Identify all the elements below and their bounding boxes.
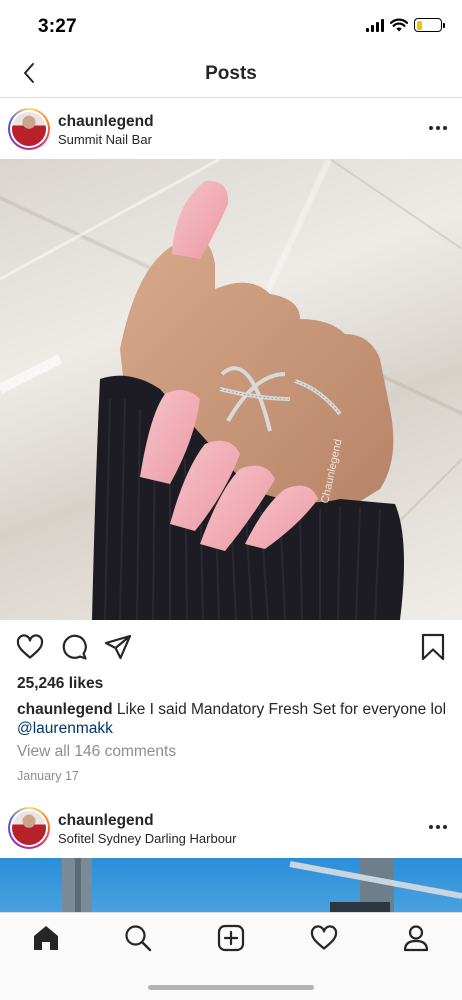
caption-text: Like I said Mandatory Fresh Set for ever… bbox=[116, 701, 447, 718]
more-horizontal-icon bbox=[429, 825, 433, 829]
more-options-button[interactable] bbox=[428, 819, 448, 835]
wifi-icon bbox=[390, 18, 408, 32]
page-title: Posts bbox=[205, 63, 257, 84]
more-horizontal-icon bbox=[429, 126, 433, 130]
bookmark-icon[interactable] bbox=[418, 632, 448, 662]
status-bar: 3:27 bbox=[0, 0, 462, 52]
status-time: 3:27 bbox=[38, 16, 77, 37]
post-location[interactable]: Summit Nail Bar bbox=[58, 132, 152, 147]
home-indicator[interactable] bbox=[148, 985, 314, 990]
post-location[interactable]: Sofitel Sydney Darling Harbour bbox=[58, 831, 236, 846]
post-username[interactable]: chaunlegend bbox=[58, 113, 154, 131]
nails-photo-illustration: Chaunlegend bbox=[0, 159, 462, 620]
post-photo[interactable] bbox=[0, 858, 462, 914]
post-header: chaunlegend Summit Nail Bar bbox=[0, 100, 462, 158]
caption-mention[interactable]: @laurenmakk bbox=[17, 720, 113, 737]
post-username[interactable]: chaunlegend bbox=[58, 812, 154, 830]
avatar[interactable] bbox=[8, 807, 50, 849]
heart-icon[interactable] bbox=[15, 632, 45, 662]
battery-icon bbox=[414, 18, 445, 32]
avatar-image bbox=[12, 112, 46, 146]
add-post-icon[interactable] bbox=[216, 923, 246, 953]
post-actions bbox=[0, 630, 462, 666]
comment-icon[interactable] bbox=[59, 632, 89, 662]
avatar-image bbox=[12, 811, 46, 845]
activity-heart-icon[interactable] bbox=[309, 923, 339, 953]
caption-username[interactable]: chaunlegend bbox=[17, 701, 113, 718]
avatar[interactable] bbox=[8, 108, 50, 150]
building-photo-illustration bbox=[62, 858, 462, 914]
profile-icon[interactable] bbox=[401, 923, 431, 953]
post-header: chaunlegend Sofitel Sydney Darling Harbo… bbox=[0, 799, 462, 857]
cellular-signal-icon bbox=[366, 18, 384, 32]
more-options-button[interactable] bbox=[428, 120, 448, 136]
status-icons bbox=[366, 18, 445, 32]
home-icon[interactable] bbox=[31, 923, 61, 953]
view-comments-link[interactable]: View all 146 comments bbox=[17, 743, 176, 761]
post-caption: chaunlegend Like I said Mandatory Fresh … bbox=[17, 700, 447, 738]
likes-count[interactable]: 25,246 likes bbox=[17, 675, 103, 693]
search-icon[interactable] bbox=[123, 923, 153, 953]
nav-header: Posts bbox=[0, 52, 462, 98]
post-date: January 17 bbox=[17, 769, 79, 783]
paper-plane-icon[interactable] bbox=[103, 632, 133, 662]
post-photo[interactable]: Chaunlegend bbox=[0, 159, 462, 620]
